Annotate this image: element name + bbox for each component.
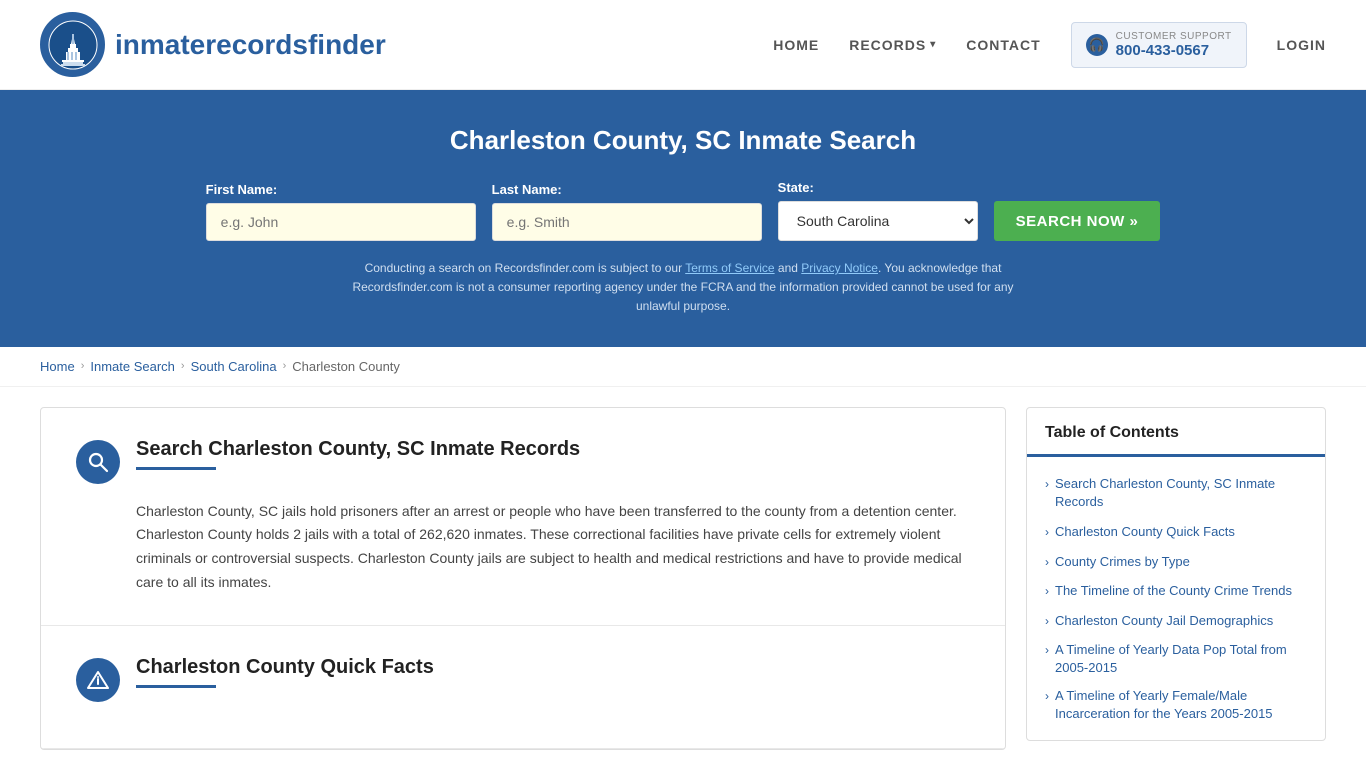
last-name-group: Last Name:	[492, 182, 762, 241]
chevron-icon: ›	[1045, 689, 1049, 703]
section2-title-wrap: Charleston County Quick Facts	[136, 656, 434, 688]
info-icon	[76, 658, 120, 702]
section2-header: Charleston County Quick Facts	[76, 656, 970, 702]
chevron-icon: ›	[1045, 477, 1049, 491]
toc-link[interactable]: Search Charleston County, SC Inmate Reco…	[1055, 475, 1307, 511]
section1-title: Search Charleston County, SC Inmate Reco…	[136, 438, 580, 461]
section1-body: Charleston County, SC jails hold prisone…	[136, 500, 970, 595]
section1-underline	[136, 467, 216, 470]
chevron-icon: ›	[1045, 584, 1049, 598]
toc-header: Table of Contents	[1027, 408, 1325, 457]
toc-item[interactable]: › Search Charleston County, SC Inmate Rec…	[1045, 469, 1307, 517]
chevron-icon: ›	[1045, 555, 1049, 569]
hero-section: Charleston County, SC Inmate Search Firs…	[0, 90, 1366, 347]
customer-support[interactable]: 🎧 CUSTOMER SUPPORT 800-433-0567	[1071, 22, 1247, 68]
section2-underline	[136, 685, 216, 688]
search-icon	[76, 440, 120, 484]
nav-home[interactable]: HOME	[773, 37, 819, 53]
main-nav: HOME RECORDS ▾ CONTACT 🎧 CUSTOMER SUPPOR…	[773, 22, 1326, 68]
site-header: inmaterecordsfinder HOME RECORDS ▾ CONTA…	[0, 0, 1366, 90]
toc-link[interactable]: Charleston County Quick Facts	[1055, 523, 1235, 541]
sidebar: Table of Contents › Search Charleston Cou…	[1026, 407, 1326, 750]
last-name-label: Last Name:	[492, 182, 562, 197]
chevron-icon: ›	[1045, 525, 1049, 539]
search-form: First Name: Last Name: State: AlabamaAla…	[40, 180, 1326, 241]
toc-link[interactable]: Charleston County Jail Demographics	[1055, 612, 1273, 630]
hero-title: Charleston County, SC Inmate Search	[40, 125, 1326, 156]
logo-text-bold: finder	[308, 29, 386, 60]
first-name-input[interactable]	[206, 203, 476, 241]
terms-link[interactable]: Terms of Service	[685, 261, 774, 275]
breadcrumb-south-carolina[interactable]: South Carolina	[191, 359, 277, 374]
support-text: CUSTOMER SUPPORT 800-433-0567	[1116, 31, 1232, 59]
toc-item[interactable]: › County Crimes by Type	[1045, 547, 1307, 577]
breadcrumb-charleston-county: Charleston County	[292, 359, 400, 374]
toc-item[interactable]: › Charleston County Quick Facts	[1045, 517, 1307, 547]
breadcrumb-sep-2: ›	[181, 360, 185, 372]
logo-area: inmaterecordsfinder	[40, 12, 386, 77]
section1-title-wrap: Search Charleston County, SC Inmate Reco…	[136, 438, 580, 470]
section2-title: Charleston County Quick Facts	[136, 656, 434, 679]
section-inmate-records: Search Charleston County, SC Inmate Reco…	[41, 408, 1005, 626]
table-of-contents: Table of Contents › Search Charleston Cou…	[1026, 407, 1326, 742]
nav-records[interactable]: RECORDS ▾	[849, 37, 936, 53]
section-quick-facts: Charleston County Quick Facts	[41, 626, 1005, 749]
toc-item[interactable]: › Charleston County Jail Demographics	[1045, 606, 1307, 636]
headset-icon: 🎧	[1086, 34, 1108, 56]
logo-icon	[40, 12, 105, 77]
toc-link[interactable]: County Crimes by Type	[1055, 553, 1190, 571]
breadcrumb-inmate-search[interactable]: Inmate Search	[90, 359, 175, 374]
search-button[interactable]: SEARCH NOW »	[994, 201, 1161, 241]
first-name-group: First Name:	[206, 182, 476, 241]
last-name-input[interactable]	[492, 203, 762, 241]
toc-sub-item[interactable]: › A Timeline of Yearly Female/Male Incarc…	[1045, 682, 1307, 728]
privacy-link[interactable]: Privacy Notice	[801, 261, 878, 275]
toc-link[interactable]: A Timeline of Yearly Female/Male Incarce…	[1055, 687, 1307, 723]
logo-text: inmaterecordsfinder	[115, 29, 386, 61]
nav-records-label: RECORDS	[849, 37, 926, 53]
chevron-down-icon: ▾	[930, 39, 936, 50]
support-number: 800-433-0567	[1116, 42, 1232, 59]
section1-header: Search Charleston County, SC Inmate Reco…	[76, 438, 970, 484]
toc-items: › Search Charleston County, SC Inmate Rec…	[1027, 457, 1325, 741]
state-label: State:	[778, 180, 814, 195]
breadcrumb-sep-1: ›	[81, 360, 85, 372]
content-area: Search Charleston County, SC Inmate Reco…	[40, 407, 1006, 750]
nav-login[interactable]: LOGIN	[1277, 37, 1326, 53]
toc-link[interactable]: The Timeline of the County Crime Trends	[1055, 582, 1292, 600]
toc-sub-item[interactable]: › The Timeline of the County Crime Trends	[1045, 577, 1307, 605]
toc-link[interactable]: A Timeline of Yearly Data Pop Total from…	[1055, 641, 1307, 677]
breadcrumb-sep-3: ›	[283, 360, 287, 372]
main-container: Search Charleston County, SC Inmate Reco…	[0, 387, 1366, 770]
chevron-icon: ›	[1045, 614, 1049, 628]
breadcrumb-home[interactable]: Home	[40, 359, 75, 374]
first-name-label: First Name:	[206, 182, 278, 197]
logo-text-regular: inmaterecords	[115, 29, 308, 60]
state-group: State: AlabamaAlaskaArizonaArkansasCalif…	[778, 180, 978, 241]
breadcrumb: Home › Inmate Search › South Carolina › …	[0, 347, 1366, 387]
state-select[interactable]: AlabamaAlaskaArizonaArkansasCaliforniaCo…	[778, 201, 978, 241]
hero-disclaimer: Conducting a search on Recordsfinder.com…	[333, 259, 1033, 317]
chevron-icon: ›	[1045, 643, 1049, 657]
toc-sub-item[interactable]: › A Timeline of Yearly Data Pop Total fro…	[1045, 636, 1307, 682]
support-label: CUSTOMER SUPPORT	[1116, 31, 1232, 42]
nav-contact[interactable]: CONTACT	[966, 37, 1040, 53]
